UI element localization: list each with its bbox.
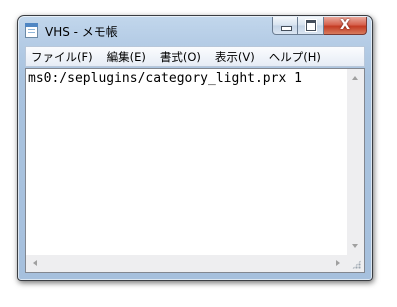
menu-help[interactable]: ヘルプ(H) [269,49,321,65]
close-icon: X [339,18,351,33]
maximize-icon [306,20,316,31]
scroll-down-icon[interactable] [352,244,358,248]
minimize-button[interactable] [272,17,298,35]
text-editor[interactable]: ms0:/seplugins/category_light.prx 1 [28,71,345,253]
scroll-left-icon[interactable] [33,260,37,266]
minimize-icon [281,26,292,31]
scroll-right-icon[interactable] [336,260,340,266]
menu-format[interactable]: 書式(O) [160,49,201,65]
close-button[interactable]: X [324,17,367,35]
scroll-up-icon[interactable] [352,76,358,80]
menu-view[interactable]: 表示(V) [215,49,255,65]
horizontal-scrollbar[interactable] [26,255,347,272]
text-area-frame: ms0:/seplugins/category_light.prx 1 [25,68,365,273]
resize-grip-icon[interactable] [347,255,364,272]
menu-edit[interactable]: 編集(E) [107,49,146,65]
title-bar[interactable]: VHS - メモ帳 X [18,16,372,46]
caption-buttons: X [272,17,367,35]
window-title: VHS - メモ帳 [45,25,118,39]
notepad-window: VHS - メモ帳 X ファイル(F) 編集(E) 書式(O) 表示(V) ヘル… [17,15,373,281]
maximize-button[interactable] [298,17,324,35]
notepad-app-icon[interactable] [25,23,38,38]
menu-bar: ファイル(F) 編集(E) 書式(O) 表示(V) ヘルプ(H) [25,46,365,67]
vertical-scrollbar[interactable] [347,69,364,255]
menu-file[interactable]: ファイル(F) [31,49,93,65]
